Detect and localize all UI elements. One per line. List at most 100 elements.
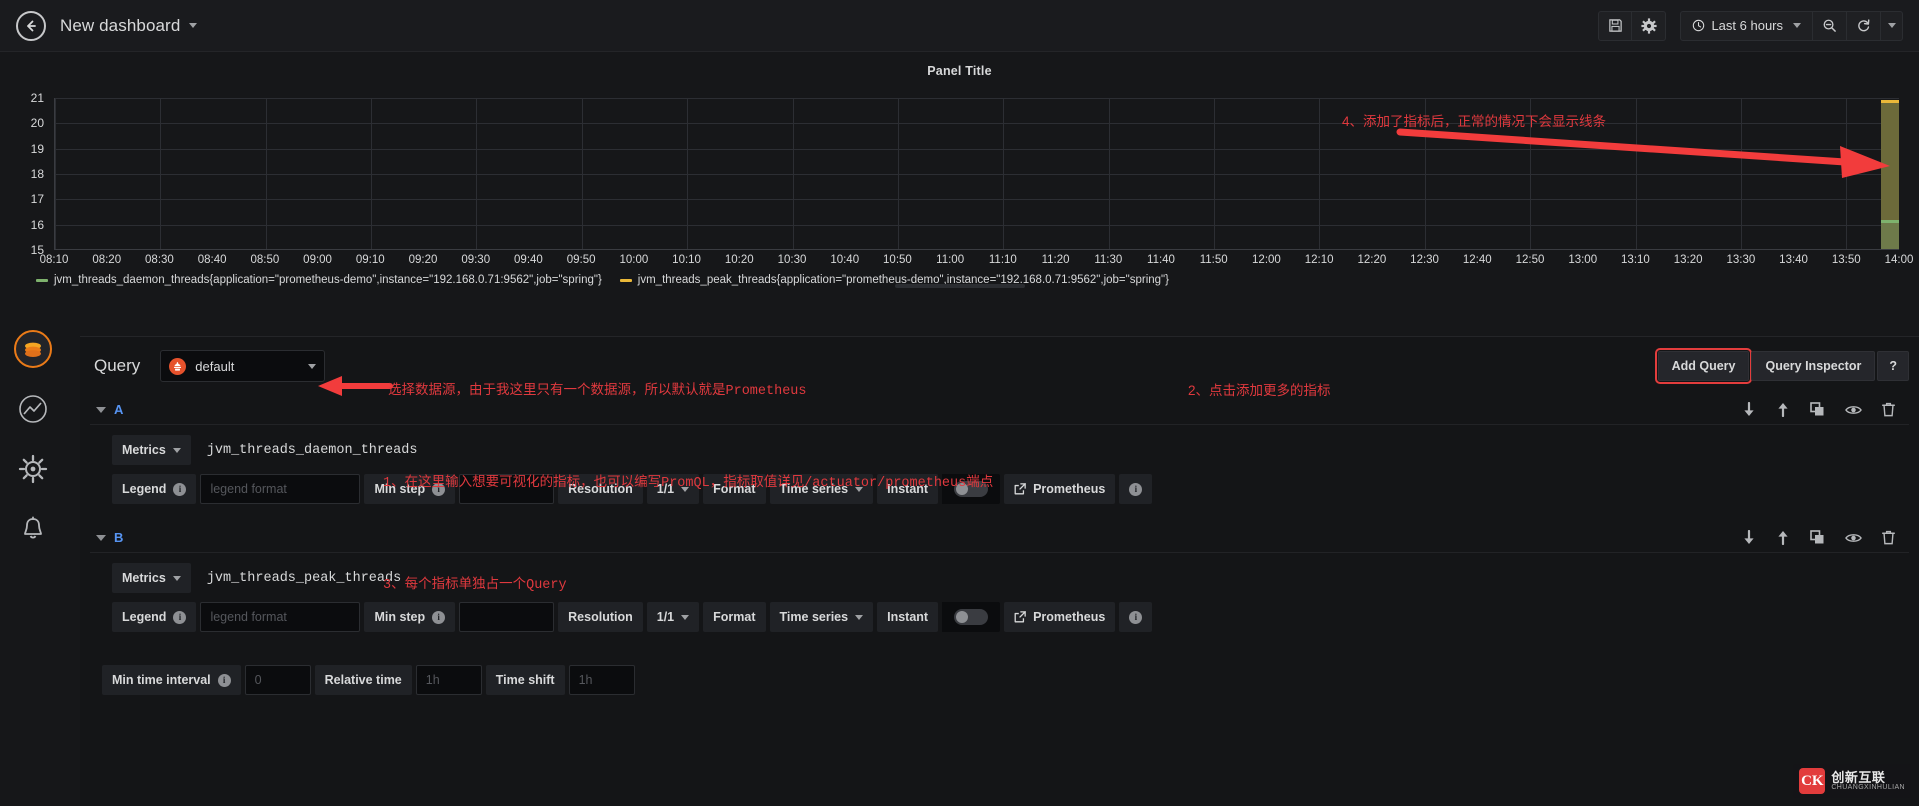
- sidebar-item-grafana-logo[interactable]: [14, 330, 52, 368]
- prometheus-link-a[interactable]: Prometheus: [1004, 474, 1116, 504]
- x-axis-tick: 11:50: [1199, 254, 1228, 266]
- query-options-section: Min time interval i Relative time Time s…: [80, 651, 1919, 695]
- zoom-out-time-button[interactable]: [1813, 10, 1847, 41]
- help-button[interactable]: ?: [1877, 351, 1909, 381]
- collapse-toggle-a-icon[interactable]: [96, 406, 106, 413]
- x-axis-tick: 09:10: [355, 254, 385, 266]
- trash-icon[interactable]: [1882, 402, 1895, 417]
- resolution-value-b: 1/1: [656, 610, 675, 624]
- x-axis-tick: 11:30: [1094, 254, 1123, 266]
- panel-title[interactable]: Panel Title: [10, 58, 1909, 78]
- external-link-icon-b: [1014, 611, 1026, 623]
- min-time-interval-input[interactable]: [244, 665, 311, 695]
- query-header-actions: Add Query Query Inspector ?: [1654, 348, 1909, 384]
- format-dropdown-b[interactable]: Time series: [769, 602, 874, 632]
- x-axis-tick: 09:40: [514, 254, 543, 266]
- refresh-interval-button[interactable]: [1881, 10, 1903, 41]
- x-axis-tick: 11:40: [1147, 254, 1175, 266]
- x-axis-tick: 13:00: [1568, 254, 1598, 266]
- relative-time-input[interactable]: [415, 665, 482, 695]
- arrow-down-icon[interactable]: [1742, 402, 1756, 417]
- query-editor: Query default Add Query Query Inspector …: [80, 336, 1919, 806]
- format-chevron-down-icon-b: [855, 614, 864, 620]
- prometheus-info-icon-b[interactable]: i: [1129, 610, 1143, 624]
- left-sidebar: [0, 330, 66, 548]
- legend-format-input-b[interactable]: [200, 602, 361, 632]
- instant-toggle-a[interactable]: [954, 481, 989, 497]
- x-axis-tick: 12:30: [1410, 254, 1439, 266]
- eye-icon[interactable]: [1845, 404, 1862, 416]
- plot-region[interactable]: [54, 98, 1899, 250]
- duplicate-icon[interactable]: [1810, 530, 1825, 545]
- instant-label-b: Instant: [877, 602, 939, 632]
- collapse-toggle-b-icon[interactable]: [96, 534, 106, 541]
- format-label-a: Format: [703, 474, 766, 504]
- x-axis-tick: 10:50: [883, 254, 912, 266]
- x-axis-labels: 08:10 08:20 08:30 08:40 08:50 09:00 09:10 09:20…: [40, 254, 1914, 270]
- dashboard-title-chevron-down-icon[interactable]: [189, 23, 198, 28]
- time-shift-input[interactable]: [568, 665, 635, 695]
- trash-icon[interactable]: [1882, 530, 1895, 545]
- arrow-down-icon[interactable]: [1742, 530, 1756, 545]
- arrow-up-icon[interactable]: [1776, 402, 1790, 417]
- resolution-dropdown-b[interactable]: 1/1: [646, 602, 700, 632]
- min-step-info-icon-b[interactable]: i: [432, 610, 446, 624]
- dashboard-title[interactable]: New dashboard: [60, 16, 180, 36]
- metric-query-input-a[interactable]: [194, 435, 625, 465]
- sidebar-item-alerting[interactable]: [14, 510, 52, 548]
- grafana-logo-icon: [25, 342, 41, 357]
- x-axis-tick: 14:00: [1884, 254, 1914, 266]
- x-axis-tick: 12:40: [1462, 254, 1492, 266]
- min-step-input-a[interactable]: [459, 474, 555, 504]
- refresh-button[interactable]: [1847, 10, 1881, 41]
- x-axis-tick: 10:10: [672, 254, 701, 266]
- watermark: CK 创新互联 CHUANGXINHULIAN: [1793, 764, 1911, 798]
- sidebar-item-explore[interactable]: [14, 450, 52, 488]
- legend-info-icon-b[interactable]: i: [173, 610, 187, 624]
- add-query-button[interactable]: Add Query: [1654, 348, 1753, 384]
- x-axis-tick: 13:30: [1726, 254, 1756, 266]
- resolution-dropdown-a[interactable]: 1/1: [646, 474, 700, 504]
- min-time-interval-label: Min time interval: [112, 673, 211, 687]
- query-row-b-actions: [1742, 530, 1909, 545]
- query-inspector-button[interactable]: Query Inspector: [1751, 351, 1876, 381]
- save-dashboard-button[interactable]: [1598, 10, 1633, 41]
- watermark-text: 创新互联 CHUANGXINHULIAN: [1831, 770, 1905, 792]
- eye-icon[interactable]: [1845, 532, 1862, 544]
- back-button[interactable]: [16, 10, 46, 41]
- external-link-icon-a: [1014, 483, 1026, 495]
- format-dropdown-a[interactable]: Time series: [769, 474, 874, 504]
- datasource-chevron-down-icon: [308, 363, 317, 369]
- instant-label-a: Instant: [877, 474, 939, 504]
- time-controls: Last 6 hours: [1680, 10, 1903, 41]
- x-axis-tick: 13:10: [1621, 254, 1650, 266]
- query-ref-id-a[interactable]: A: [114, 402, 123, 417]
- dashboard-settings-button[interactable]: [1632, 10, 1667, 41]
- arrow-up-icon[interactable]: [1776, 530, 1790, 545]
- legend-format-input-a[interactable]: [200, 474, 361, 504]
- datasource-picker[interactable]: default: [160, 350, 326, 382]
- sidebar-item-dashboards[interactable]: [14, 390, 52, 428]
- y-axis-tick: 20: [30, 116, 44, 131]
- instant-toggle-b[interactable]: [954, 609, 989, 625]
- legend-color-swatch: [36, 278, 48, 282]
- x-axis-tick: 08:50: [250, 254, 280, 266]
- prometheus-info-icon-a[interactable]: i: [1129, 482, 1143, 496]
- min-time-interval-info-icon[interactable]: i: [217, 673, 231, 687]
- legend-label-group-b: Legend i: [112, 602, 197, 632]
- duplicate-icon[interactable]: [1810, 402, 1825, 417]
- min-step-info-icon-a[interactable]: i: [432, 482, 446, 496]
- prometheus-link-b[interactable]: Prometheus: [1004, 602, 1116, 632]
- query-ref-id-b[interactable]: B: [114, 530, 123, 545]
- metrics-dropdown-a[interactable]: Metrics: [112, 435, 191, 465]
- metrics-dropdown-b[interactable]: Metrics: [112, 563, 191, 593]
- time-range-picker[interactable]: Last 6 hours: [1680, 10, 1813, 41]
- legend-info-icon-a[interactable]: i: [173, 482, 187, 496]
- legend-item[interactable]: jvm_threads_daemon_threads{application="…: [36, 274, 602, 286]
- panel-resize-handle[interactable]: [894, 284, 1025, 288]
- metric-query-input-b[interactable]: [194, 563, 625, 593]
- graph-area[interactable]: 15 16 17 18 19 20 21 08:10 08:20 08:30 08:40 08:50…: [10, 84, 1914, 266]
- min-step-input-b[interactable]: [459, 602, 555, 632]
- x-axis-tick: 08:20: [92, 254, 122, 266]
- x-axis-tick: 09:50: [566, 254, 596, 266]
